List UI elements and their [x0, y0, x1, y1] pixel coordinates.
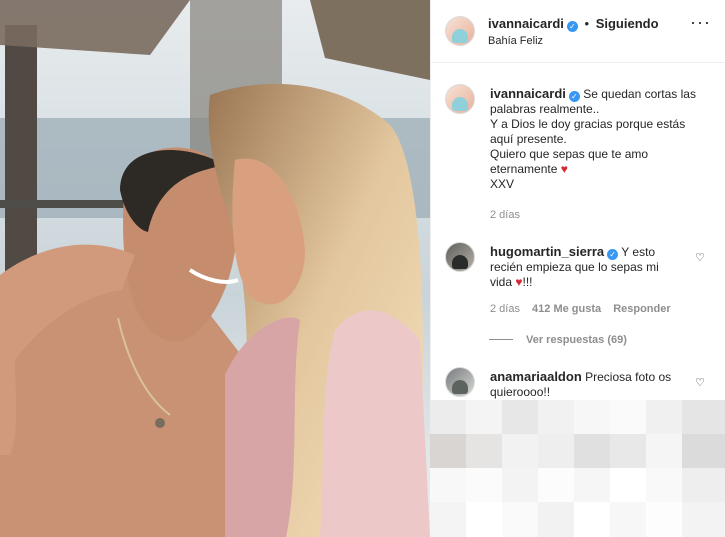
post-photo — [0, 0, 430, 537]
comment-line-2: recién empieza que lo sepas mi — [490, 260, 659, 274]
caption-line-4: aquí presente. — [490, 132, 567, 146]
caption-line-5: Quiero que sepas que te amo — [490, 147, 649, 161]
verified-badge-icon: ✓ — [607, 249, 619, 260]
like-comment-icon[interactable]: ♡ — [695, 251, 705, 264]
comment-line-3: vida — [490, 275, 513, 289]
caption-username[interactable]: ivannaicardi — [490, 86, 566, 101]
replies-divider — [489, 339, 513, 340]
caption-avatar[interactable] — [445, 84, 475, 114]
comment-username[interactable]: hugomartin_sierra — [490, 244, 604, 259]
comment-timestamp[interactable]: 2 días — [490, 303, 520, 315]
caption-line-3: Y a Dios le doy gracias porque estás — [490, 117, 686, 131]
comment-avatar-anamaria[interactable] — [445, 367, 475, 397]
comment-line-4: !!! — [522, 275, 533, 289]
comment-meta: 2 días 412 Me gusta Responder — [490, 303, 671, 315]
author-avatar[interactable] — [445, 16, 475, 46]
view-replies-button[interactable]: Ver respuestas (69) — [526, 334, 627, 346]
verified-badge-icon: ✓ — [568, 91, 580, 102]
caption-line-7: XXV — [490, 177, 515, 191]
pixelated-obscured-area — [430, 400, 725, 537]
post-caption: ivannaicardi ✓ Se quedan cortas las palab… — [490, 86, 708, 192]
caption-timestamp[interactable]: 2 días — [490, 209, 520, 221]
caption-line-2: palabras realmente.. — [490, 102, 600, 116]
author-line: ivannaicardi ✓ • Siguiendo — [488, 16, 659, 32]
author-username[interactable]: ivannaicardi — [488, 16, 564, 31]
post-header: ivannaicardi ✓ • Siguiendo Bahía Feliz ··… — [431, 0, 725, 63]
comment-avatar-hugomartin[interactable] — [445, 242, 475, 272]
caption-line-1: Se quedan cortas las — [583, 87, 696, 101]
comment-username[interactable]: anamariaaldon — [490, 369, 582, 384]
following-button[interactable]: Siguiendo — [596, 16, 659, 31]
verified-badge-icon: ✓ — [566, 21, 578, 32]
comment-line-1: Y esto — [621, 245, 656, 259]
reply-button[interactable]: Responder — [613, 303, 670, 315]
caption-line-6: eternamente — [490, 162, 558, 176]
comment-hugomartin: hugomartin_sierra ✓ Y esto recién empieza… — [490, 244, 688, 290]
comment-line-1: Preciosa foto os — [585, 370, 672, 384]
like-comment-icon[interactable]: ♡ — [695, 376, 705, 389]
comment-like-count[interactable]: 412 Me gusta — [532, 303, 601, 315]
post-location[interactable]: Bahía Feliz — [488, 35, 543, 47]
comment-line-2: quieroooo!! — [490, 385, 551, 399]
heart-emoji-icon: ♥ — [560, 162, 568, 176]
comment-anamaria: anamariaaldon Preciosa foto os quieroooo… — [490, 369, 688, 400]
more-options-icon[interactable]: ··· — [690, 13, 711, 31]
dot-separator-icon: • — [584, 16, 590, 31]
